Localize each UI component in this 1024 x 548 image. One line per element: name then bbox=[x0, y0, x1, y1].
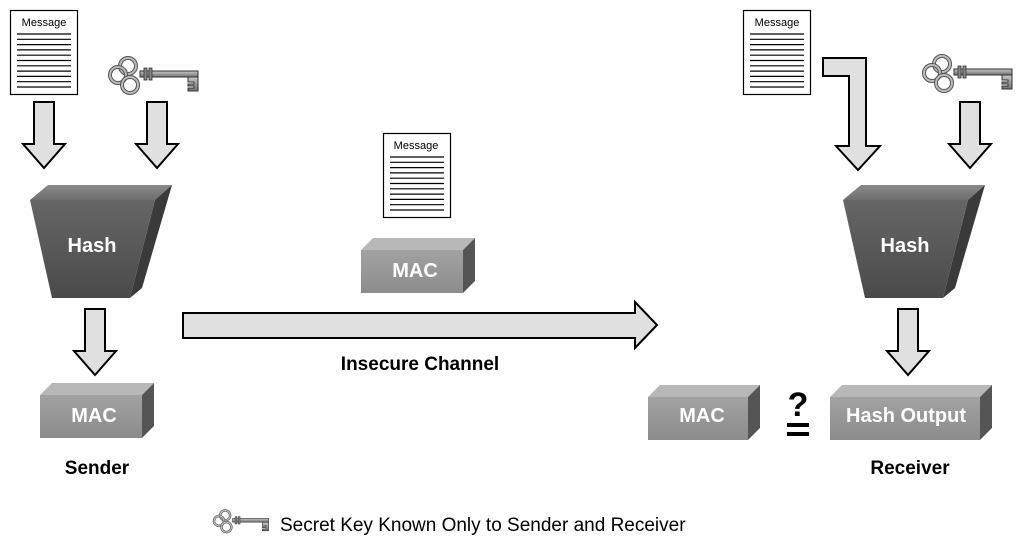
key-bit bbox=[187, 76, 199, 92]
receiver-caption: Receiver bbox=[870, 458, 950, 479]
box-top-face bbox=[40, 383, 154, 395]
key-ridge bbox=[957, 65, 962, 79]
key-to-hash-arrow bbox=[946, 101, 994, 170]
mac-diagram: Message Hash MAC Sender Message MAC Inse… bbox=[9, 9, 1013, 536]
key-bit bbox=[262, 521, 269, 532]
key-ring-hl bbox=[933, 55, 951, 73]
key-ring-hl bbox=[119, 57, 137, 75]
hash-top-face bbox=[843, 185, 985, 200]
hash-to-mac-arrow bbox=[71, 308, 119, 377]
hash-output-label: Hash Output bbox=[846, 405, 966, 427]
key-ridge bbox=[237, 516, 241, 525]
key-ridge bbox=[962, 65, 967, 79]
key-ring-hl bbox=[935, 74, 953, 92]
sender-caption: Sender bbox=[65, 458, 130, 479]
key-to-hash-arrow bbox=[133, 101, 181, 170]
insecure-channel-arrow bbox=[182, 299, 659, 351]
key-ridge bbox=[148, 67, 153, 81]
box-top-face bbox=[830, 385, 992, 397]
key-ring-hl bbox=[121, 76, 139, 94]
compare-question-mark: ? bbox=[788, 386, 809, 424]
sender-key-icon bbox=[108, 56, 199, 95]
message-to-hash-bent-arrow bbox=[822, 57, 883, 172]
box-top-face bbox=[648, 385, 760, 397]
sender-mac-label: MAC bbox=[71, 405, 117, 427]
key-ridge bbox=[234, 516, 238, 525]
key-ring-hl bbox=[220, 521, 232, 533]
sender-message-label: Message bbox=[22, 17, 67, 29]
box-top-face bbox=[361, 238, 475, 250]
receiver-mac-label: MAC bbox=[679, 405, 725, 427]
key-ring-hl bbox=[219, 509, 231, 521]
channel-message-label: Message bbox=[394, 140, 439, 152]
channel-caption: Insecure Channel bbox=[341, 354, 499, 375]
key-bit bbox=[1001, 74, 1013, 90]
key-ridge bbox=[143, 67, 148, 81]
equals-bar-bottom bbox=[787, 432, 809, 436]
hash-top-face bbox=[30, 185, 172, 200]
key-icon bbox=[212, 509, 269, 534]
receiver-message-label: Message bbox=[755, 17, 800, 29]
sender-hash-label: Hash bbox=[68, 235, 117, 257]
receiver-key-icon bbox=[922, 54, 1013, 93]
legend-text: Secret Key Known Only to Sender and Rece… bbox=[280, 515, 686, 536]
message-to-hash-arrow bbox=[20, 101, 68, 170]
hash-to-output-arrow bbox=[884, 308, 932, 377]
channel-mac-label: MAC bbox=[392, 260, 438, 282]
receiver-hash-label: Hash bbox=[881, 235, 930, 257]
